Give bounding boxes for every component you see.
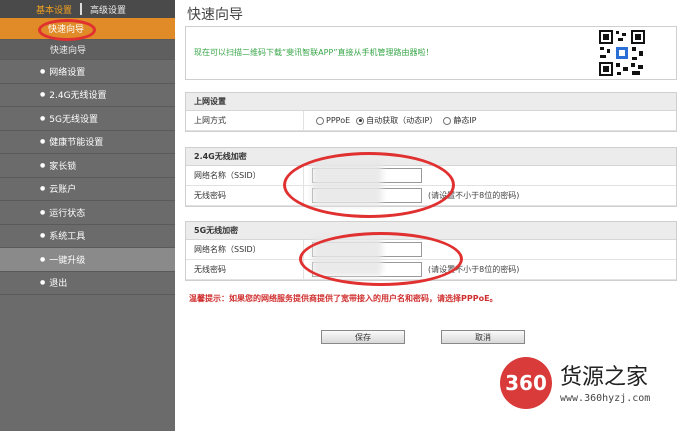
bullet-icon: ●: [40, 255, 46, 263]
radio-label: 自动获取（动态IP）: [366, 116, 438, 125]
radio-pppoe[interactable]: PPPoE: [316, 116, 350, 125]
tab-separator: [80, 3, 83, 15]
bullet-icon: ●: [40, 208, 46, 216]
sidebar-subitem-quick-wizard[interactable]: 快速向导: [0, 40, 175, 60]
watermark: 360 货源之家 www.360hyzj.com: [500, 357, 680, 413]
bullet-icon: ●: [40, 114, 46, 122]
cancel-button[interactable]: 取消: [441, 330, 525, 344]
internet-mode-label: 上网方式: [186, 111, 304, 130]
sidebar-tabs: 基本设置 高级设置: [0, 0, 175, 18]
sidebar-item-network[interactable]: ● 网络设置: [0, 60, 175, 84]
radio-icon: [443, 116, 452, 125]
pppoe-tip: 温馨提示：如果您的网络服务提供商提供了宽带接入的用户名和密码，请选择PPPoE。: [189, 294, 498, 303]
radio-label: 静态IP: [453, 116, 477, 125]
sidebar-item-label: 系统工具: [49, 232, 86, 243]
sidebar-item-upgrade[interactable]: ● 一键升级: [0, 248, 175, 272]
radio-label: PPPoE: [326, 116, 351, 125]
section-header: 上网设置: [186, 93, 676, 111]
ssid-label: 网络名称（SSID）: [186, 240, 304, 259]
qr-code-icon: [598, 29, 646, 77]
tab-basic-settings[interactable]: 基本设置: [36, 3, 72, 16]
password-label: 无线密码: [186, 260, 304, 279]
sidebar-item-label: 2.4G无线设置: [49, 91, 107, 102]
bullet-icon: ●: [40, 91, 46, 99]
internet-mode-options: PPPoE 自动获取（动态IP） 静态IP: [304, 115, 483, 126]
sidebar-item-label: 健康节能设置: [49, 138, 104, 149]
sidebar-item-wifi5[interactable]: ● 5G无线设置: [0, 107, 175, 131]
annotation-circle: [38, 19, 96, 41]
radio-selected-icon: [356, 116, 365, 125]
sidebar-item-label: 退出: [49, 279, 68, 290]
radio-dhcp[interactable]: 自动获取（动态IP）: [356, 115, 437, 126]
sidebar-item-wifi24[interactable]: ● 2.4G无线设置: [0, 84, 175, 107]
internet-mode-row: 上网方式 PPPoE 自动获取（动态IP） 静态IP: [186, 111, 676, 131]
sidebar-item-label: 一键升级: [49, 255, 86, 266]
bullet-icon: ●: [40, 138, 46, 146]
tab-advanced-settings[interactable]: 高级设置: [90, 3, 126, 16]
sidebar-item-status[interactable]: ● 运行状态: [0, 201, 175, 225]
sidebar-item-cloud[interactable]: ● 云账户: [0, 178, 175, 201]
sidebar-item-label: 家长锁: [49, 161, 77, 172]
sidebar-item-energy[interactable]: ● 健康节能设置: [0, 131, 175, 154]
annotation-circle: [283, 152, 455, 218]
sidebar-item-label: 5G无线设置: [49, 114, 98, 125]
annotation-circle: [299, 232, 463, 286]
watermark-url: www.360hyzj.com: [560, 393, 651, 404]
app-notice-text: 现在可以扫描二维码下载“斐讯智联APP”直接从手机管理路由器啦！: [194, 48, 434, 57]
radio-static-ip[interactable]: 静态IP: [443, 115, 477, 126]
sidebar: 基本设置 高级设置 快速向导 快速向导 ● 网络设置 ● 2.4G无线设置 ● 5G无…: [0, 0, 175, 431]
sidebar-item-logout[interactable]: ● 退出: [0, 272, 175, 295]
bullet-icon: ●: [40, 185, 46, 193]
app-notice-box: 现在可以扫描二维码下载“斐讯智联APP”直接从手机管理路由器啦！: [185, 26, 677, 80]
sidebar-item-label: 快速向导: [50, 46, 87, 56]
bullet-icon: ●: [40, 161, 46, 169]
sidebar-item-label: 运行状态: [49, 208, 86, 219]
radio-icon: [316, 116, 324, 125]
save-button[interactable]: 保存: [321, 330, 405, 344]
watermark-logo: 360: [500, 357, 552, 409]
page-title: 快速向导: [187, 7, 243, 23]
watermark-name: 货源之家: [560, 365, 649, 390]
internet-settings-section: 上网设置 上网方式 PPPoE 自动获取（动态IP） 静态IP: [185, 92, 677, 132]
sidebar-item-label: 云账户: [49, 185, 77, 196]
sidebar-item-tools[interactable]: ● 系统工具: [0, 225, 175, 248]
bullet-icon: ●: [40, 232, 46, 240]
sidebar-item-parental[interactable]: ● 家长锁: [0, 154, 175, 178]
sidebar-item-label: 网络设置: [49, 67, 86, 78]
bullet-icon: ●: [40, 279, 46, 287]
bullet-icon: ●: [40, 67, 46, 75]
